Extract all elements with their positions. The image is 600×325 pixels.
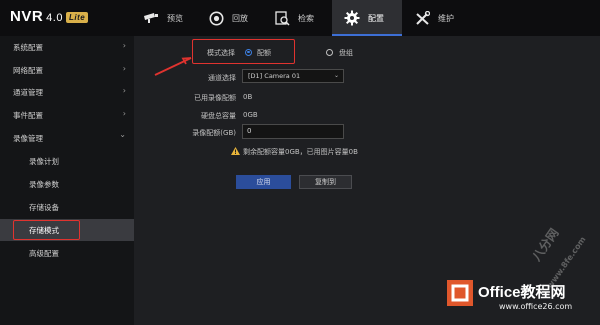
used-quota-value: 0B [243,93,253,101]
tab-search[interactable]: 检索 [262,0,332,36]
sidebar-item-system[interactable]: 系统配置 › [0,36,134,58]
tab-label: 预览 [167,13,183,23]
sidebar: 系统配置 › 网络配置 › 通道管理 › 事件配置 › 录像管理 ⌄ 录像计划 … [0,36,134,325]
sidebar-item-label: 系统配置 [13,42,43,52]
sidebar-item-channel[interactable]: 通道管理 › [0,81,134,103]
sidebar-item-network[interactable]: 网络配置 › [0,59,134,81]
brand-version: 4.0 [46,12,63,24]
sidebar-item-label: 网络配置 [13,65,43,75]
office-logo-icon [447,280,473,306]
disk-capacity-label: 硬盘总容量 [201,112,236,120]
search-icon [274,10,290,26]
camera-icon [143,10,159,26]
tab-maintenance[interactable]: 维护 [402,0,468,36]
channel-select[interactable]: [D1] Camera 01 ⌄ [242,69,344,83]
sidebar-highlight-box [13,220,80,240]
tab-label: 维护 [438,13,454,23]
brand-badge: Lite [65,11,89,23]
office-site-url: www.office26.com [499,302,573,311]
sidebar-item-storage-device[interactable]: 存储设备 [0,196,134,218]
tab-playback[interactable]: 回放 [196,0,262,36]
tools-icon [414,10,430,26]
tab-preview[interactable]: 预览 [131,0,196,36]
record-quota-input[interactable]: 0 [242,124,344,139]
chevron-right-icon: › [122,86,126,95]
sidebar-item-record-schedule[interactable]: 录像计划 [0,150,134,172]
top-bar: NVR 4.0 Lite 预览 回放 检索 配置 维护 [0,0,600,36]
office-site-name: Office教程网 [478,284,566,301]
channel-select-value: [D1] Camera 01 [248,72,301,80]
chevron-right-icon: › [122,64,126,73]
brand-name: NVR [10,8,44,25]
radio-quota[interactable] [245,48,252,56]
radio-group-label: 盘组 [339,49,353,57]
tab-label: 检索 [298,13,314,23]
radio-quota-label: 配额 [257,49,271,57]
sidebar-item-advanced[interactable]: 高级配置 [0,242,134,264]
channel-label: 通道选择 [208,74,236,82]
warning-text: 剩余配额容量0GB，已用图片容量0B [243,148,358,156]
chevron-down-icon: ⌄ [333,72,339,79]
sidebar-item-label: 录像参数 [29,179,59,189]
brand-logo: NVR 4.0 Lite [10,8,89,25]
apply-button[interactable]: 应用 [236,175,291,189]
playback-icon [208,10,224,26]
copy-to-button[interactable]: 复制到 [299,175,352,189]
sidebar-item-label: 录像计划 [29,156,59,166]
sidebar-item-label: 通道管理 [13,87,43,97]
tab-config[interactable]: 配置 [332,0,402,36]
mode-label: 模式选择 [207,49,235,57]
tab-label: 配置 [368,13,384,23]
chevron-down-icon: ⌄ [119,130,126,139]
sidebar-item-recording[interactable]: 录像管理 ⌄ [0,127,134,149]
gear-icon [344,10,360,26]
sidebar-item-event[interactable]: 事件配置 › [0,104,134,126]
used-quota-label: 已用录像配额 [194,94,236,102]
record-quota-label: 录像配额(GB) [192,129,236,137]
chevron-right-icon: › [122,41,126,50]
warning-icon [231,147,240,155]
chevron-right-icon: › [122,109,126,118]
sidebar-item-label: 事件配置 [13,110,43,120]
sidebar-item-label: 录像管理 [13,133,43,143]
disk-capacity-value: 0GB [243,111,258,119]
radio-group[interactable] [326,48,333,56]
sidebar-item-label: 高级配置 [29,248,59,258]
sidebar-item-label: 存储设备 [29,202,59,212]
sidebar-item-record-params[interactable]: 录像参数 [0,173,134,195]
watermark-text: 八分网 [529,226,562,264]
tab-label: 回放 [232,13,248,23]
